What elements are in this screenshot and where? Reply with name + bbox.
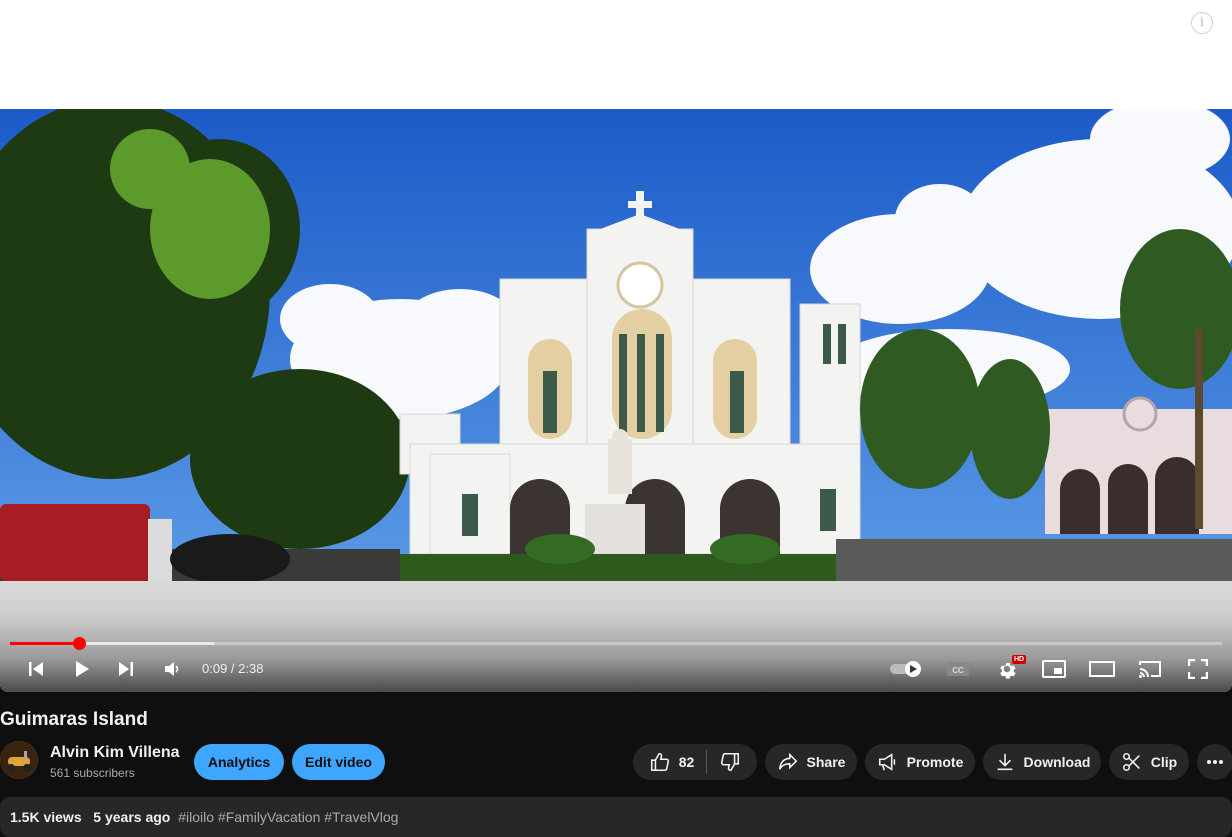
video-frame[interactable]	[0, 109, 1232, 581]
autoplay-toggle-icon	[890, 661, 921, 677]
autoplay-toggle[interactable]	[888, 655, 926, 683]
like-dislike-group: 82	[633, 744, 757, 780]
scissors-icon	[1122, 752, 1140, 772]
more-horizontal-icon	[1207, 760, 1223, 764]
clip-label: Clip	[1150, 754, 1178, 770]
share-label: Share	[806, 754, 846, 770]
hashtags[interactable]: #iloilo #FamilyVacation #TravelVlog	[178, 809, 398, 825]
scrubber-handle[interactable]	[73, 637, 87, 650]
next-button[interactable]	[114, 655, 138, 683]
play-icon	[76, 661, 89, 677]
church-scene	[0, 109, 1232, 581]
cast-icon	[1139, 661, 1161, 678]
upload-age: 5 years ago	[93, 809, 171, 825]
analytics-button[interactable]: Analytics	[194, 744, 284, 780]
like-divider	[706, 750, 708, 774]
video-player[interactable]: i 0:09 / 2:38 CC HD	[0, 0, 1232, 692]
cast-button[interactable]	[1136, 655, 1164, 683]
dislike-button[interactable]	[719, 751, 741, 773]
download-icon	[997, 753, 1012, 771]
time-display: 0:09 / 2:38	[202, 661, 264, 676]
info-icon[interactable]: i	[1191, 12, 1213, 34]
scooter-avatar-icon	[0, 741, 38, 779]
next-icon	[119, 662, 133, 676]
play-button[interactable]	[70, 655, 94, 683]
played-fill	[10, 642, 80, 645]
theater-mode-button[interactable]	[1087, 655, 1117, 683]
more-actions-button[interactable]	[1197, 744, 1232, 780]
volume-icon	[165, 662, 179, 676]
duration: 2:38	[238, 661, 264, 676]
download-button[interactable]: Download	[983, 744, 1101, 780]
previous-button[interactable]	[24, 655, 48, 683]
progress-bar[interactable]	[10, 637, 1222, 650]
hd-badge: HD	[1012, 655, 1027, 664]
captions-icon: CC	[947, 662, 969, 676]
miniplayer-icon	[1042, 660, 1066, 678]
share-button[interactable]: Share	[765, 744, 857, 780]
thumbs-down-icon	[721, 752, 740, 772]
like-button[interactable]: 82	[649, 751, 695, 773]
previous-icon	[29, 662, 43, 676]
miniplayer-button[interactable]	[1040, 655, 1068, 683]
current-time: 0:09	[202, 661, 228, 676]
view-count: 1.5K views	[10, 809, 82, 825]
channel-name[interactable]: Alvin Kim Villena	[50, 744, 180, 762]
subscriber-count: 561 subscribers	[50, 766, 135, 780]
fullscreen-button[interactable]	[1186, 655, 1210, 683]
volume-button[interactable]	[160, 655, 184, 683]
like-count: 82	[678, 754, 695, 770]
channel-avatar[interactable]	[0, 741, 38, 779]
clip-button[interactable]: Clip	[1109, 744, 1189, 780]
promote-label: Promote	[906, 754, 964, 770]
video-title: Guimaras Island	[0, 709, 148, 730]
letterbox-top	[0, 0, 1232, 109]
captions-label: CC	[952, 666, 964, 675]
edit-video-button[interactable]: Edit video	[292, 744, 385, 780]
description-meta: 1.5K views 5 years ago #iloilo #FamilyVa…	[10, 809, 398, 825]
share-icon	[778, 752, 797, 770]
theater-icon	[1089, 661, 1115, 677]
captions-button[interactable]: CC	[944, 655, 972, 683]
download-label: Download	[1023, 754, 1091, 770]
thumbs-up-icon	[650, 752, 669, 772]
fullscreen-icon	[1188, 659, 1208, 679]
megaphone-icon	[878, 753, 895, 771]
promote-button[interactable]: Promote	[865, 744, 975, 780]
